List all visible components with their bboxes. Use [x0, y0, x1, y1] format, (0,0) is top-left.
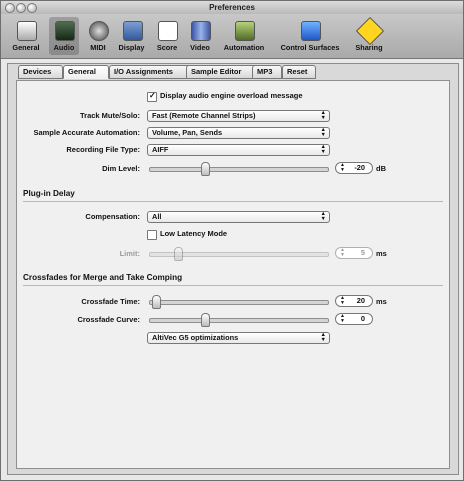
compensation-popup[interactable]: All ▲ ▼: [147, 211, 330, 223]
display-overload-checkbox[interactable]: ✓: [147, 91, 157, 102]
limit-unit: ms: [376, 249, 387, 258]
zoom-window-button[interactable]: [27, 3, 37, 13]
stepper-arrows-icon: ▲ ▼: [340, 295, 345, 306]
recording-file-type-label: Recording File Type:: [66, 145, 140, 154]
dim-level-unit: dB: [376, 164, 386, 173]
crossfade-time-unit: ms: [376, 297, 387, 306]
recording-file-type-popup[interactable]: AIFF ▲ ▼: [147, 144, 330, 156]
crossfade-time-label: Crossfade Time:: [81, 297, 140, 306]
tab-io-assignments[interactable]: I/O Assignments: [109, 65, 192, 79]
sample-accurate-popup[interactable]: Volume, Pan, Sends ▲ ▼: [147, 127, 330, 139]
compensation-label: Compensation:: [85, 212, 140, 221]
toolbar-audio-button[interactable]: Audio: [49, 17, 79, 55]
popup-arrows-icon: ▲ ▼: [320, 110, 326, 121]
minimize-window-button[interactable]: [16, 3, 26, 13]
close-window-button[interactable]: [5, 3, 15, 13]
plugin-delay-heading: Plug-in Delay: [23, 189, 75, 198]
limit-stepper[interactable]: ▲ ▼ 5: [335, 247, 373, 259]
general-icon: [17, 21, 37, 41]
track-mute-solo-popup[interactable]: Fast (Remote Channel Strips) ▲ ▼: [147, 110, 330, 122]
limit-slider-thumb[interactable]: [174, 247, 183, 261]
tab-devices[interactable]: Devices: [18, 65, 63, 79]
tab-sample-editor[interactable]: Sample Editor: [186, 65, 260, 79]
video-icon: [191, 21, 211, 41]
plugin-delay-divider: [23, 201, 443, 202]
sample-accurate-label: Sample Accurate Automation:: [33, 128, 140, 137]
popup-arrows-icon: ▲ ▼: [320, 144, 326, 155]
score-icon: [158, 21, 178, 41]
display-overload-label: Display audio engine overload message: [160, 91, 303, 100]
crossfade-time-value: 20: [356, 296, 365, 305]
track-mute-solo-label: Track Mute/Solo:: [79, 111, 140, 120]
dim-level-slider-thumb[interactable]: [201, 162, 210, 176]
limit-value: 5: [360, 248, 365, 257]
optimization-popup[interactable]: AltiVec G5 optimizations ▲ ▼: [147, 332, 330, 344]
popup-arrows-icon: ▲ ▼: [320, 127, 326, 138]
stepper-arrows-icon: ▲ ▼: [340, 313, 345, 324]
low-latency-label: Low Latency Mode: [160, 229, 228, 238]
window-title: Preferences: [209, 3, 255, 12]
preferences-window: Preferences General Audio MIDI Display S…: [0, 0, 464, 481]
dim-level-value: -20: [354, 163, 365, 172]
window-titlebar: Preferences: [1, 1, 463, 14]
crossfade-time-stepper[interactable]: ▲ ▼ 20: [335, 295, 373, 307]
toolbar-video-button[interactable]: Video: [185, 17, 215, 55]
stepper-arrows-icon: ▲ ▼: [340, 162, 345, 173]
toolbar-midi-button[interactable]: MIDI: [84, 17, 112, 55]
crossfade-curve-slider-track[interactable]: [149, 318, 329, 323]
dim-level-slider-track[interactable]: [149, 167, 329, 172]
compensation-value: All: [152, 212, 162, 221]
low-latency-checkbox[interactable]: [147, 230, 157, 240]
audio-icon: [55, 21, 75, 41]
crossfade-curve-label: Crossfade Curve:: [77, 315, 140, 324]
midi-icon: [89, 21, 109, 41]
stepper-arrows-icon: ▲ ▼: [340, 247, 345, 258]
optimization-value: AltiVec G5 optimizations: [152, 333, 239, 342]
dim-level-stepper[interactable]: ▲ ▼ -20: [335, 162, 373, 174]
dim-level-label: Dim Level:: [102, 164, 140, 173]
crossfade-curve-stepper[interactable]: ▲ ▼ 0: [335, 313, 373, 325]
preferences-toolbar: General Audio MIDI Display Score Video A…: [1, 14, 463, 59]
checkmark-icon: ✓: [149, 91, 156, 100]
crossfade-curve-slider-thumb[interactable]: [201, 313, 210, 327]
toolbar-sharing-button[interactable]: Sharing: [350, 16, 388, 55]
crossfades-heading: Crossfades for Merge and Take Comping: [23, 273, 183, 282]
crossfade-time-slider-thumb[interactable]: [152, 295, 161, 309]
sharing-icon: [355, 16, 385, 46]
crossfade-curve-value: 0: [360, 314, 365, 323]
control-surfaces-icon: [301, 21, 321, 41]
popup-arrows-icon: ▲ ▼: [320, 211, 326, 222]
recording-file-type-value: AIFF: [152, 145, 169, 154]
toolbar-display-button[interactable]: Display: [115, 17, 148, 55]
popup-arrows-icon: ▲ ▼: [320, 332, 326, 343]
sample-accurate-value: Volume, Pan, Sends: [152, 128, 223, 137]
toolbar-score-button[interactable]: Score: [152, 17, 182, 55]
automation-icon: [235, 21, 255, 41]
display-icon: [122, 21, 143, 41]
tab-general[interactable]: General: [63, 65, 109, 79]
tab-reset[interactable]: Reset: [282, 65, 316, 79]
toolbar-automation-button[interactable]: Automation: [217, 17, 271, 55]
audio-preferences-area: Devices General I/O Assignments Sample E…: [7, 63, 459, 475]
limit-label: Limit:: [119, 249, 140, 258]
general-settings-panel: ✓ Display audio engine overload message …: [16, 80, 450, 469]
track-mute-solo-value: Fast (Remote Channel Strips): [152, 111, 256, 120]
crossfades-divider: [23, 285, 443, 286]
toolbar-general-button[interactable]: General: [8, 17, 44, 55]
tab-mp3[interactable]: MP3: [252, 65, 282, 79]
crossfade-time-slider-track[interactable]: [149, 300, 329, 305]
toolbar-control-surfaces-button[interactable]: Control Surfaces: [274, 17, 346, 55]
